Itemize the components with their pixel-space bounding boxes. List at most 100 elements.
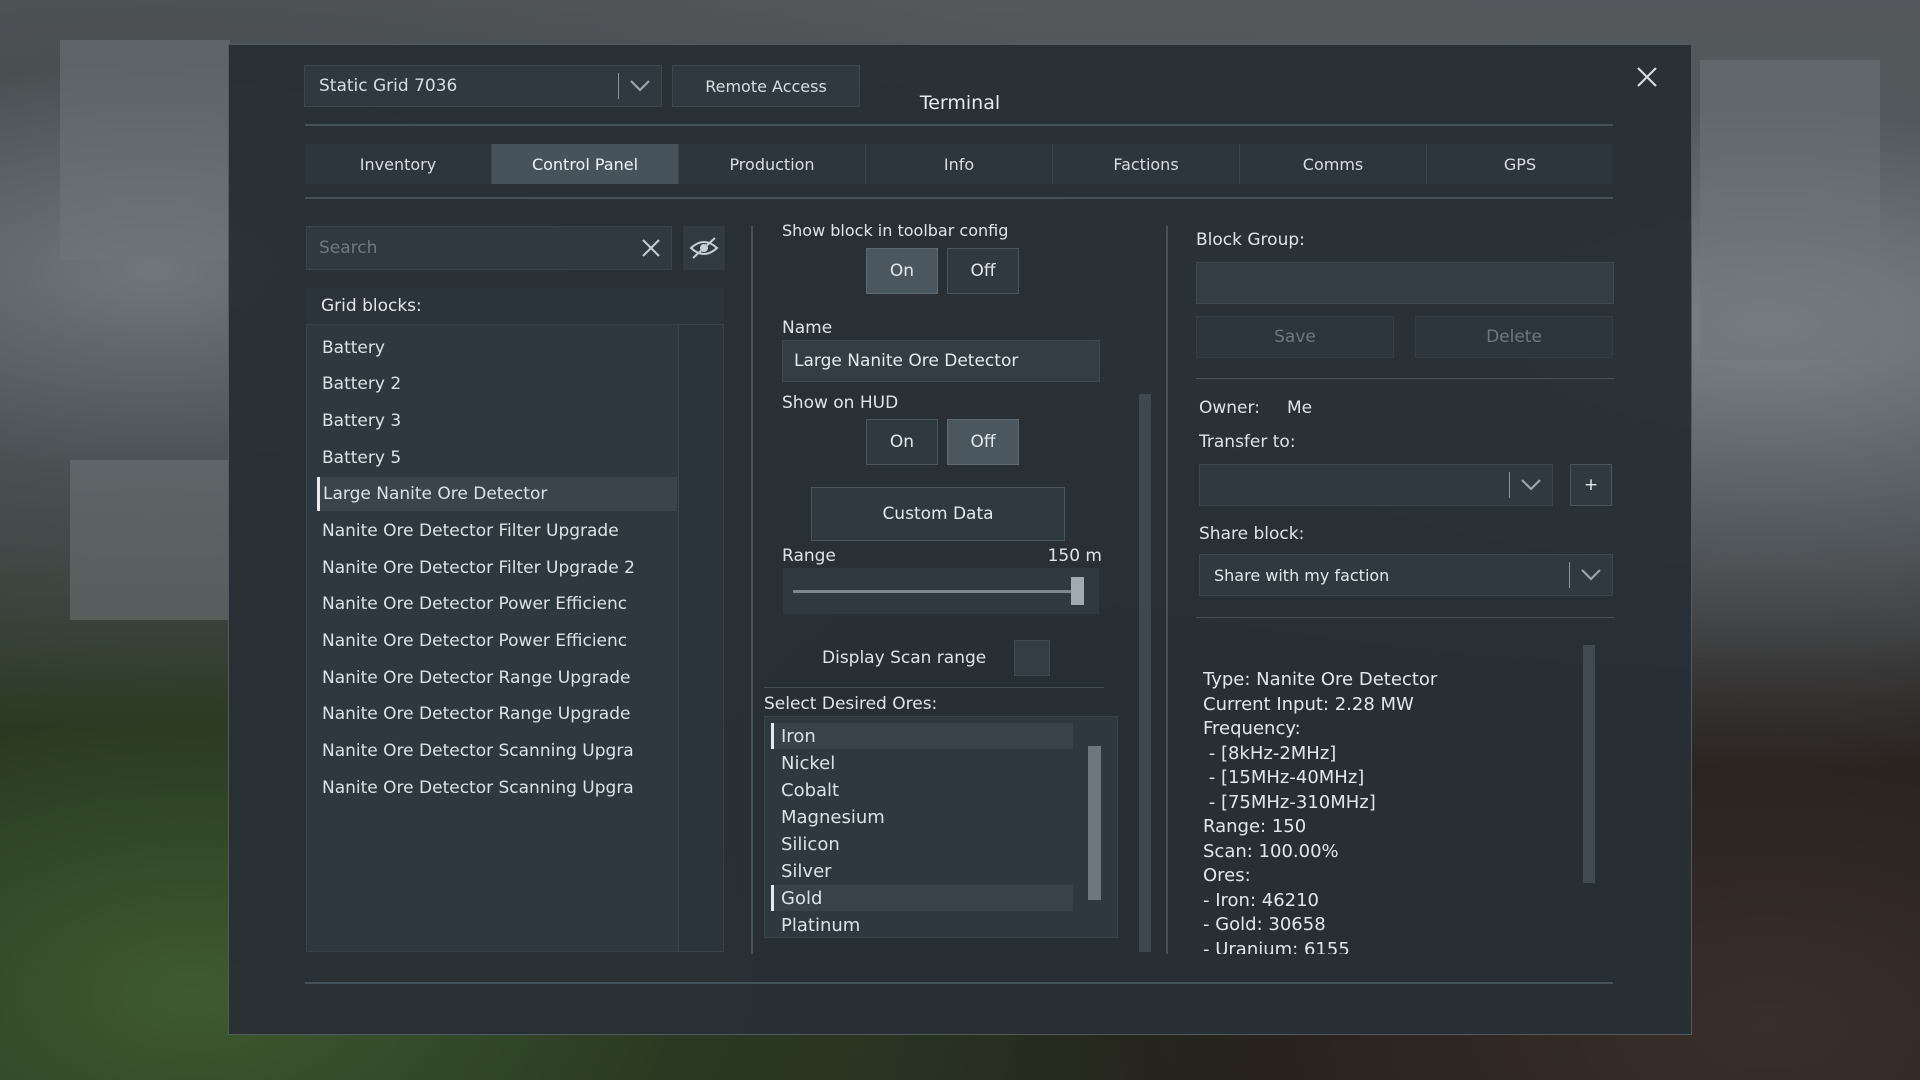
name-field[interactable]: Large Nanite Ore Detector: [782, 340, 1100, 382]
tab-inventory[interactable]: Inventory: [305, 144, 492, 184]
list-item-selected[interactable]: Gold: [771, 885, 1073, 911]
list-item-selected[interactable]: Large Nanite Ore Detector: [317, 477, 677, 511]
clear-search-button[interactable]: [631, 237, 671, 259]
display-scan-label: Display Scan range: [822, 648, 987, 668]
list-item[interactable]: Nanite Ore Detector Scanning Upgra: [317, 771, 677, 805]
custom-data-button[interactable]: Custom Data: [811, 487, 1065, 541]
block-group-field[interactable]: [1196, 262, 1614, 304]
background-structure-left: [60, 40, 230, 260]
info-line: Scan: 100.00%: [1203, 840, 1339, 862]
info-line: - Iron: 46210: [1203, 889, 1319, 911]
tab-info[interactable]: Info: [866, 144, 1053, 184]
range-value: 150 m: [1047, 546, 1102, 566]
list-item[interactable]: Cobalt: [771, 777, 1073, 803]
list-item[interactable]: Battery 5: [317, 441, 677, 475]
list-item-selected[interactable]: Iron: [771, 723, 1073, 749]
close-icon: [642, 239, 660, 257]
search-input[interactable]: Search: [307, 238, 631, 258]
column-divider-right: [1166, 226, 1168, 954]
list-item[interactable]: Silicon: [771, 831, 1073, 857]
tab-factions[interactable]: Factions: [1053, 144, 1240, 184]
owner-label: Owner:: [1199, 398, 1260, 418]
blocks-scrollbar[interactable]: [678, 325, 723, 951]
range-slider-handle[interactable]: [1071, 577, 1085, 605]
range-slider-track: [793, 590, 1083, 593]
info-line: - [8kHz-2MHz]: [1203, 742, 1337, 764]
list-item[interactable]: Nanite Ore Detector Range Upgrade: [317, 697, 677, 731]
list-item[interactable]: Silver: [771, 858, 1073, 884]
range-label: Range: [782, 546, 836, 566]
tabs-divider: [305, 197, 1613, 199]
page-title: Terminal: [919, 92, 1001, 114]
tab-production[interactable]: Production: [679, 144, 866, 184]
share-label: Share block:: [1199, 524, 1305, 544]
chevron-down-icon: [619, 79, 661, 93]
info-scrollbar[interactable]: [1583, 645, 1595, 883]
info-line: Type: Nanite Ore Detector: [1203, 669, 1438, 690]
list-item[interactable]: Nanite Ore Detector Filter Upgrade 2: [317, 551, 677, 585]
toolbar-on-button[interactable]: On: [866, 248, 938, 294]
remote-access-button[interactable]: Remote Access: [672, 65, 860, 107]
add-transfer-button[interactable]: +: [1570, 464, 1612, 506]
block-group-label: Block Group:: [1196, 230, 1305, 250]
column-divider-left: [751, 226, 753, 954]
owner-value: Me: [1287, 398, 1313, 418]
ores-scrollbar[interactable]: [1088, 746, 1101, 900]
delete-button[interactable]: Delete: [1415, 316, 1613, 358]
save-button[interactable]: Save: [1196, 316, 1394, 358]
show-toolbar-label: Show block in toolbar config: [782, 221, 1009, 240]
block-info-text: Type: Nanite Ore Detector Current Input:…: [1203, 668, 1573, 954]
info-line: Current Input: 2.28 MW: [1203, 693, 1414, 715]
chevron-down-icon: [1570, 568, 1612, 582]
list-item[interactable]: Nanite Ore Detector Power Efficienc: [317, 624, 677, 658]
list-item[interactable]: Nanite Ore Detector Range Upgrade: [317, 661, 677, 695]
footer-divider: [305, 982, 1613, 984]
display-scan-checkbox[interactable]: [1014, 640, 1050, 676]
close-icon: [1637, 67, 1657, 87]
list-item[interactable]: Platinum: [771, 912, 1073, 937]
name-label: Name: [782, 318, 833, 338]
list-item[interactable]: Battery 2: [317, 367, 677, 401]
list-item[interactable]: Nanite Ore Detector Scanning Upgra: [317, 734, 677, 768]
hide-blocks-toggle[interactable]: [683, 226, 725, 270]
info-line: Range: 150: [1203, 816, 1307, 837]
close-button[interactable]: [1630, 60, 1664, 94]
list-item[interactable]: Battery: [317, 331, 677, 365]
list-item[interactable]: Nickel: [771, 750, 1073, 776]
tab-gps[interactable]: GPS: [1427, 144, 1613, 184]
list-item[interactable]: Nanite Ore Detector Filter Upgrade: [317, 514, 677, 548]
ores-list: Iron Nickel Cobalt Magnesium Silicon Sil…: [764, 716, 1118, 938]
share-dropdown[interactable]: Share with my faction: [1199, 554, 1613, 596]
range-slider[interactable]: [783, 568, 1099, 614]
transfer-label: Transfer to:: [1199, 432, 1296, 452]
tab-control-panel[interactable]: Control Panel: [492, 144, 679, 184]
grid-selector-dropdown[interactable]: Static Grid 7036: [304, 65, 662, 107]
info-line: Frequency:: [1203, 718, 1301, 739]
ores-divider: [764, 687, 1104, 688]
list-item[interactable]: Magnesium: [771, 804, 1073, 830]
toolbar-off-button[interactable]: Off: [947, 248, 1019, 294]
background-block-left: [70, 460, 230, 620]
info-line: - [75MHz-310MHz]: [1203, 791, 1376, 813]
list-item[interactable]: Battery 3: [317, 404, 677, 438]
share-value: Share with my faction: [1214, 565, 1390, 585]
info-line: - Gold: 30658: [1203, 914, 1326, 935]
search-field[interactable]: Search: [306, 226, 672, 270]
tab-bar: Inventory Control Panel Production Info …: [305, 144, 1613, 184]
info-line: - [15MHz-40MHz]: [1203, 767, 1365, 788]
middle-scrollbar[interactable]: [1139, 394, 1151, 952]
header-divider: [305, 124, 1613, 126]
chevron-down-icon: [1510, 478, 1552, 492]
hud-on-button[interactable]: On: [866, 419, 938, 465]
background-structure-right: [1700, 60, 1880, 360]
group-divider: [1196, 378, 1614, 379]
share-divider: [1196, 617, 1614, 618]
list-item[interactable]: Nanite Ore Detector Power Efficienc: [317, 587, 677, 621]
grid-blocks-list: Battery Battery 2 Battery 3 Battery 5 La…: [306, 324, 724, 952]
tab-comms[interactable]: Comms: [1240, 144, 1427, 184]
eye-slash-icon: [689, 237, 719, 259]
show-hud-label: Show on HUD: [782, 393, 899, 413]
grid-selector-value: Static Grid 7036: [319, 76, 458, 96]
transfer-dropdown[interactable]: [1199, 464, 1553, 506]
hud-off-button[interactable]: Off: [947, 419, 1019, 465]
